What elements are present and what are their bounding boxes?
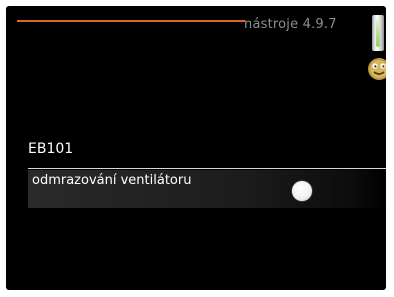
- fan-defrost-option-row[interactable]: odmrazování ventilátoru: [28, 170, 386, 208]
- display-screen: nástroje 4.9.7 EB101 odmrazování ventilá…: [6, 6, 386, 290]
- toggle-knob[interactable]: [292, 181, 312, 201]
- thermometer-fill: [376, 19, 380, 47]
- menu-number: nástroje 4.9.7: [244, 17, 337, 32]
- thermometer-icon: [372, 15, 384, 51]
- menu-label: EB101: [28, 141, 74, 157]
- header-accent-line: [17, 20, 245, 22]
- separator-line: [28, 168, 386, 169]
- smiley-face-icon: [368, 58, 386, 80]
- option-label: odmrazování ventilátoru: [32, 173, 192, 188]
